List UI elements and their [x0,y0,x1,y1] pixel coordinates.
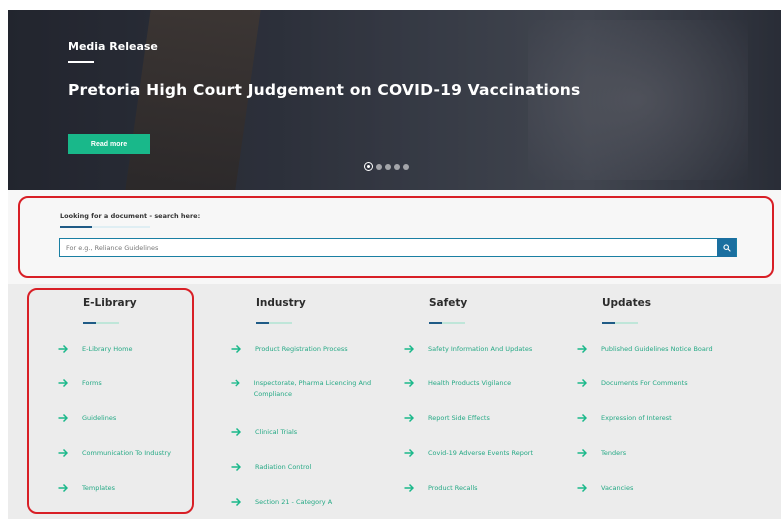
column-title-industry: Industry [256,297,306,309]
link-label: Inspectorate, Pharma Licencing And Compl… [253,379,372,398]
arrow-right-icon [231,427,241,437]
hero-title: Pretoria High Court Judgement on COVID-1… [68,81,581,99]
read-more-button[interactable]: Read more [68,134,150,154]
link-label: Health Products Vigilance [428,379,512,387]
arrow-right-icon [231,497,241,507]
search-input[interactable] [60,239,717,256]
carousel-dot-5[interactable] [403,163,409,170]
search-box [59,238,737,257]
search-button[interactable] [717,238,736,257]
link-section-21[interactable]: Section 21 - Category A [231,497,332,508]
link-product-registration-process[interactable]: Product Registration Process [231,344,348,355]
arrow-right-icon [577,483,587,493]
hero-divider [68,61,94,63]
link-tenders[interactable]: Tenders [577,448,626,459]
link-label: Published Guidelines Notice Board [601,345,713,353]
search-icon [722,243,731,252]
arrow-right-icon [404,344,414,354]
link-label: Product Registration Process [255,345,348,353]
link-label: Report Side Effects [428,414,490,422]
link-label: Vacancies [601,484,634,492]
link-label: Covid-19 Adverse Events Report [428,449,534,457]
arrow-right-icon [404,483,414,493]
arrow-right-icon [231,462,241,472]
carousel-dot-3[interactable] [385,163,391,170]
link-vacancies[interactable]: Vacancies [577,483,633,494]
link-documents-for-comments[interactable]: Documents For Comments [577,378,688,389]
link-product-recalls[interactable]: Product Recalls [404,483,478,494]
link-label: Clinical Trials [255,428,298,436]
carousel-dot-2[interactable] [376,163,382,170]
link-radiation-control[interactable]: Radiation Control [231,462,311,473]
carousel-dot-1[interactable] [364,162,373,171]
link-safety-information[interactable]: Safety Information And Updates [404,344,532,355]
link-published-guidelines[interactable]: Published Guidelines Notice Board [577,344,713,355]
link-inspectorate[interactable]: Inspectorate, Pharma Licencing And Compl… [231,378,391,400]
link-label: Safety Information And Updates [428,345,533,353]
search-highlight-outline [18,196,774,278]
arrow-right-icon [577,448,587,458]
link-health-products-vigilance[interactable]: Health Products Vigilance [404,378,511,389]
link-label: Product Recalls [428,484,478,492]
carousel-dots [364,162,409,171]
link-report-side-effects[interactable]: Report Side Effects [404,413,490,424]
arrow-right-icon [231,379,240,387]
arrow-right-icon [404,413,414,423]
search-label: Looking for a document - search here: [60,212,201,220]
link-label: Section 21 - Category A [255,498,333,506]
link-clinical-trials[interactable]: Clinical Trials [231,427,297,438]
arrow-right-icon [577,344,587,354]
carousel-dot-4[interactable] [394,163,400,170]
elibrary-highlight-outline [27,288,194,514]
arrow-right-icon [231,344,241,354]
link-expression-of-interest[interactable]: Expression of Interest [577,413,672,424]
arrow-right-icon [404,378,414,388]
arrow-right-icon [577,378,587,388]
hero-eyebrow: Media Release [68,40,158,53]
column-title-updates: Updates [602,297,652,309]
link-covid19-adverse-events[interactable]: Covid-19 Adverse Events Report [404,448,533,459]
arrow-right-icon [404,448,414,458]
link-label: Documents For Comments [601,379,688,387]
column-title-safety: Safety [429,297,468,309]
column-underline [602,322,638,324]
column-underline [429,322,465,324]
arrow-right-icon [577,413,587,423]
link-label: Tenders [601,449,627,457]
link-label: Expression of Interest [601,414,672,422]
search-label-underline [60,226,150,228]
link-label: Radiation Control [255,463,312,471]
column-underline [256,322,292,324]
